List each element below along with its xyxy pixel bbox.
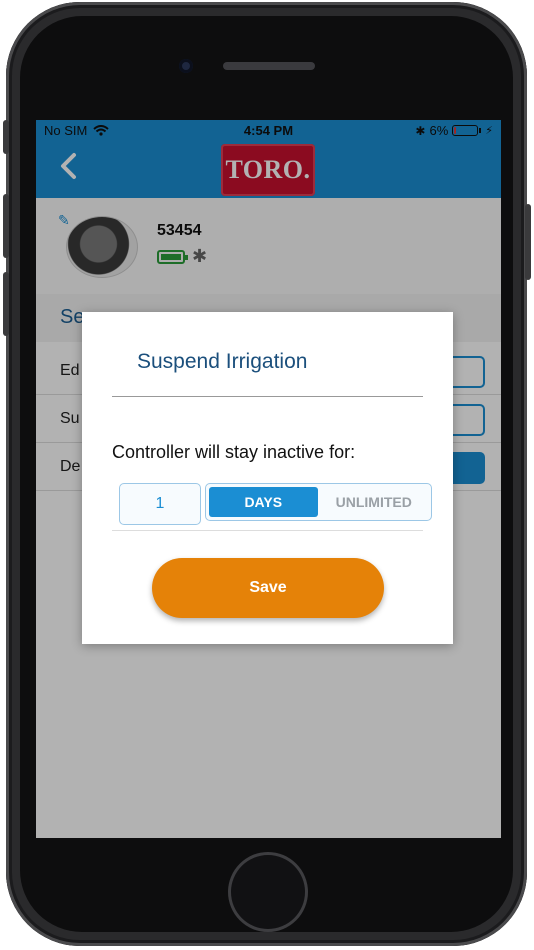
input-underline bbox=[112, 530, 423, 531]
suspend-irrigation-dialog: Suspend Irrigation Controller will stay … bbox=[82, 312, 453, 644]
duration-unit-toggle: DAYS UNLIMITED bbox=[205, 483, 432, 521]
home-button[interactable] bbox=[228, 852, 308, 932]
earpiece-speaker bbox=[223, 62, 315, 70]
dialog-message: Controller will stay inactive for: bbox=[112, 442, 356, 462]
mute-switch bbox=[3, 120, 9, 154]
dialog-title: Suspend Irrigation bbox=[137, 350, 308, 373]
dialog-divider bbox=[112, 396, 423, 397]
unlimited-option[interactable]: UNLIMITED bbox=[320, 487, 429, 517]
days-option[interactable]: DAYS bbox=[209, 487, 318, 517]
duration-input[interactable]: 1 bbox=[119, 483, 201, 525]
volume-up-button bbox=[3, 194, 9, 258]
app-screen: No SIM 4:54 PM ✱ 6% ⚡ TORO. ✎ 53454 ✱ Se… bbox=[36, 120, 501, 838]
save-button[interactable]: Save bbox=[152, 558, 384, 618]
front-camera bbox=[179, 59, 193, 73]
power-button bbox=[525, 204, 531, 280]
volume-down-button bbox=[3, 272, 9, 336]
